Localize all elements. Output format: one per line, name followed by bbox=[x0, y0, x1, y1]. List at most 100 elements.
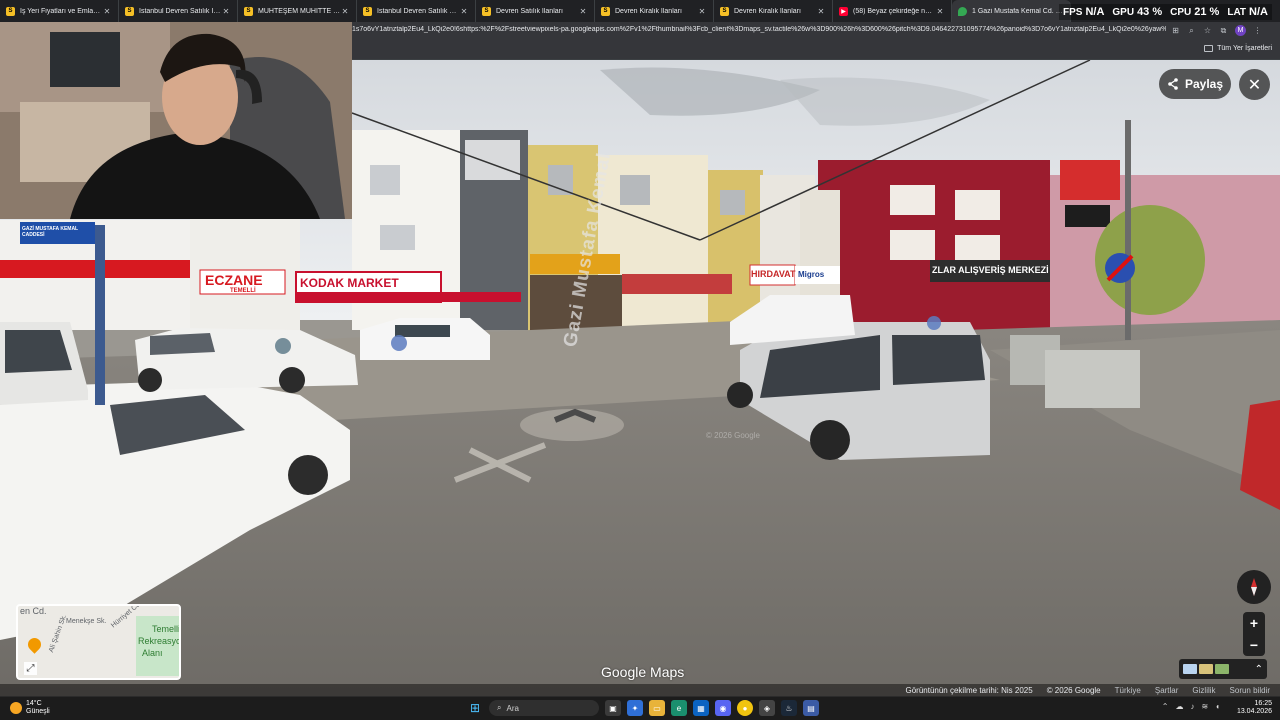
translate-icon[interactable]: ⊞ bbox=[1171, 26, 1180, 35]
place-marker-icon[interactable] bbox=[275, 338, 291, 354]
satellite-layer-thumb[interactable] bbox=[1199, 664, 1213, 674]
zoom-icon[interactable]: ⌕ bbox=[1187, 26, 1196, 35]
taskbar-search[interactable]: ⌕ Ara bbox=[489, 700, 599, 716]
map-layer-thumb[interactable] bbox=[1183, 664, 1197, 674]
store-icon[interactable]: ▦ bbox=[693, 700, 709, 716]
sahibinden-favicon-icon: S bbox=[6, 6, 15, 16]
terms-link[interactable]: Şartlar bbox=[1155, 686, 1179, 695]
tab-close-icon[interactable]: ✕ bbox=[221, 7, 231, 16]
copyright-watermark: © 2026 Google bbox=[706, 431, 760, 440]
windows-start-icon[interactable]: ⊞ bbox=[467, 700, 483, 716]
browser-tab-active[interactable]: 1 Gazi Mustafa Kemal Cd. - G bbox=[952, 0, 1071, 22]
wifi-icon[interactable]: ≋ bbox=[1201, 702, 1208, 711]
gpu-readout: GPU 43 % bbox=[1112, 6, 1163, 18]
clock[interactable]: 16:25 13.04.2026 bbox=[1237, 700, 1272, 716]
mini-map[interactable]: en Cd. Menekşe Sk. Ali Şahin Sk. Hürriye… bbox=[16, 604, 181, 680]
shop-marker-icon[interactable] bbox=[391, 335, 407, 351]
sahibinden-favicon-icon: S bbox=[720, 6, 729, 16]
weather-widget[interactable]: 14°C Güneşli bbox=[10, 700, 50, 716]
close-button[interactable]: ✕ bbox=[1239, 69, 1270, 100]
zoom-out-button[interactable]: − bbox=[1250, 637, 1258, 653]
share-button[interactable]: Paylaş bbox=[1159, 69, 1231, 99]
minimap-park-label: Temelli bbox=[152, 624, 181, 634]
sun-icon bbox=[10, 702, 22, 714]
browser-tab[interactable]: S Devren Kiralık İlanları ✕ bbox=[595, 0, 714, 22]
tab-close-icon[interactable]: ✕ bbox=[340, 7, 350, 16]
street-sign: GAZİ MUSTAFA KEMAL CADDESİ bbox=[22, 226, 79, 238]
menu-icon[interactable]: ⋮ bbox=[1253, 26, 1262, 35]
discord-icon[interactable]: ◉ bbox=[715, 700, 731, 716]
mic-icon[interactable]: ♪ bbox=[1190, 702, 1194, 711]
app-icon[interactable]: ▤ bbox=[803, 700, 819, 716]
chevron-up-icon[interactable]: ⌃ bbox=[1255, 664, 1263, 675]
browser-tab[interactable]: S İstanbul Devren Satılık Oto Ser✕ bbox=[357, 0, 476, 22]
extensions-icon[interactable]: ⧉ bbox=[1219, 26, 1228, 35]
layer-switcher[interactable]: ⌃ bbox=[1179, 659, 1267, 679]
search-icon: ⌕ bbox=[497, 703, 502, 712]
tab-close-icon[interactable]: ✕ bbox=[578, 7, 588, 16]
chevron-up-icon[interactable]: ⌃ bbox=[1162, 702, 1169, 711]
bookmark-star-icon[interactable]: ☆ bbox=[1203, 26, 1212, 35]
fps-readout: FPS N/A bbox=[1062, 6, 1105, 18]
zoom-in-button[interactable]: + bbox=[1250, 615, 1258, 631]
tab-close-icon[interactable]: ✕ bbox=[697, 7, 707, 16]
migros-sign: Migros bbox=[798, 270, 825, 279]
tab-close-icon[interactable]: ✕ bbox=[459, 7, 469, 16]
country-link[interactable]: Türkiye bbox=[1115, 686, 1141, 695]
app-icon[interactable]: ◈ bbox=[759, 700, 775, 716]
close-icon: ✕ bbox=[1247, 76, 1262, 94]
browser-tab[interactable]: S Devren Kiralık İlanları ✕ bbox=[714, 0, 833, 22]
tab-title: İş Yeri Fiyatları ve Emlak İlanları bbox=[20, 7, 102, 15]
tab-title: (58) Beyaz çekirdeğe noldu? - bbox=[853, 7, 935, 15]
url-field[interactable]: 1s7o6vY1atnztalp2Eu4_LkQi2e0!6shttps:%2F… bbox=[352, 26, 1166, 33]
browser-tab-strip: Sİş Yeri Fiyatları ve Emlak İlanları✕ Sİ… bbox=[0, 0, 1280, 22]
street-view-footer: Görüntünün çekilme tarihi: Nis 2025 © 20… bbox=[0, 684, 1280, 696]
tab-close-icon[interactable]: ✕ bbox=[102, 7, 112, 16]
minimap-park-label: Rekreasyon bbox=[138, 636, 181, 646]
steam-icon[interactable]: ♨ bbox=[781, 700, 797, 716]
tab-close-icon[interactable]: ✕ bbox=[935, 7, 945, 16]
tab-title: MUHTEŞEM MUHİTTE YÜKSEK bbox=[258, 7, 340, 15]
eczane-sign: ECZANE bbox=[205, 272, 263, 288]
zoom-control: + − bbox=[1243, 612, 1265, 656]
sahibinden-favicon-icon: S bbox=[601, 6, 610, 16]
tab-title: 1 Gazi Mustafa Kemal Cd. - G bbox=[972, 7, 1064, 15]
tab-close-icon[interactable]: ✕ bbox=[816, 7, 826, 16]
expand-map-icon[interactable]: ⤢ bbox=[24, 662, 37, 675]
car-white-parked bbox=[135, 328, 358, 393]
task-view-icon[interactable]: ▣ bbox=[605, 700, 621, 716]
copilot-icon[interactable]: ✦ bbox=[627, 700, 643, 716]
volume-icon[interactable]: ◖ bbox=[1215, 702, 1220, 711]
maps-favicon-icon bbox=[958, 6, 967, 16]
sahibinden-favicon-icon: S bbox=[482, 6, 491, 16]
share-label: Paylaş bbox=[1184, 77, 1224, 91]
browser-tab[interactable]: S İstanbul Devren Satılık İlanları✕ bbox=[119, 0, 238, 22]
compass-button[interactable] bbox=[1237, 570, 1271, 604]
weather-temp: 14°C bbox=[26, 700, 42, 707]
browser-tab[interactable]: ▶ (58) Beyaz çekirdeğe noldu? -✕ bbox=[833, 0, 952, 22]
browser-tab[interactable]: S Devren Satılık İlanları ✕ bbox=[476, 0, 595, 22]
compass-icon bbox=[1251, 578, 1257, 596]
address-bar-actions: ⊞ ⌕ ☆ ⧉ M ⋮ bbox=[1171, 25, 1262, 36]
terrain-layer-thumb[interactable] bbox=[1215, 664, 1229, 674]
browser-tab[interactable]: S İş Yeri Fiyatları ve Emlak İlanları✕ bbox=[0, 0, 119, 22]
sahibinden-favicon-icon: S bbox=[363, 6, 372, 16]
browser-tab[interactable]: S MUHTEŞEM MUHİTTE YÜKSEK✕ bbox=[238, 0, 357, 22]
shop-marker-icon[interactable] bbox=[927, 316, 941, 330]
search-placeholder: Ara bbox=[506, 703, 519, 713]
profile-avatar[interactable]: M bbox=[1235, 25, 1246, 36]
chrome-icon[interactable]: ● bbox=[737, 700, 753, 716]
police-car bbox=[360, 318, 490, 360]
webcam-overlay bbox=[0, 22, 352, 219]
file-explorer-icon[interactable]: ▭ bbox=[649, 700, 665, 716]
alisveris-sign: ZLAR ALIŞVERİŞ MERKEZİ bbox=[932, 265, 1049, 275]
sahibinden-favicon-icon: S bbox=[244, 6, 253, 16]
all-bookmarks-button[interactable]: Tüm Yer İşaretleri bbox=[1204, 45, 1272, 52]
system-tray: ⌃ ☁ ♪ ≋ ◖ bbox=[1162, 702, 1220, 711]
minimap-street-label: Ali Şahin Sk. bbox=[48, 613, 69, 654]
report-link[interactable]: Sorun bildir bbox=[1230, 686, 1270, 695]
cloud-icon[interactable]: ☁ bbox=[1175, 702, 1183, 711]
privacy-link[interactable]: Gizlilik bbox=[1192, 686, 1215, 695]
cpu-readout: CPU 21 % bbox=[1170, 6, 1220, 18]
edge-icon[interactable]: e bbox=[671, 700, 687, 716]
